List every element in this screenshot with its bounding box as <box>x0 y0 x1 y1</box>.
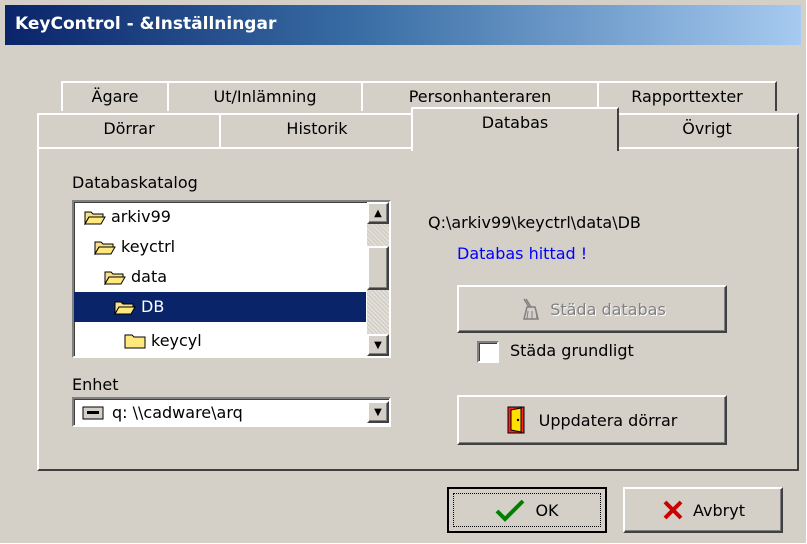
folder-open-icon <box>104 271 126 285</box>
folder-name: keyctrl <box>121 237 176 256</box>
tab-label: Övrigt <box>682 119 732 138</box>
tab-label: Dörrar <box>103 119 155 138</box>
folder-item[interactable]: data <box>104 262 167 292</box>
unit-label: Enhet <box>72 375 119 394</box>
tab-historik[interactable]: Historik <box>219 113 415 147</box>
tab-ovrigt[interactable]: Övrigt <box>615 113 799 147</box>
clean-thorough-label: Städa grundligt <box>510 341 634 360</box>
tab-rapporttexter[interactable]: Rapporttexter <box>597 81 777 111</box>
folder-item[interactable]: arkiv99 <box>84 202 171 232</box>
network-drive-icon <box>82 406 104 420</box>
tab-databas[interactable]: Databas <box>411 107 619 151</box>
tab-agare[interactable]: Ägare <box>61 81 169 111</box>
tab-ut-inlamning[interactable]: Ut/Inlämning <box>167 81 363 111</box>
arrow-down-icon: ▼ <box>374 339 382 351</box>
folder-item[interactable]: keyctrl <box>94 232 175 262</box>
database-status: Databas hittad ! <box>457 244 588 263</box>
cancel-button[interactable]: Avbryt <box>623 487 783 533</box>
clean-thorough-checkbox[interactable] <box>477 341 499 363</box>
broom-icon <box>523 298 540 320</box>
folder-name: keycyl <box>151 331 202 350</box>
scroll-thumb[interactable] <box>367 246 389 290</box>
unit-dropdown[interactable]: q: \\cadware\arq ▼ <box>72 397 391 427</box>
tab-label: Ut/Inlämning <box>213 87 317 106</box>
scroll-up-button[interactable]: ▲ <box>367 202 389 224</box>
update-doors-label: Uppdatera dörrar <box>538 410 678 430</box>
database-path: Q:\arkiv99\keyctrl\data\DB <box>428 213 641 232</box>
catalog-label: Databaskatalog <box>72 173 198 192</box>
tab-dorrar[interactable]: Dörrar <box>37 113 221 147</box>
folder-open-icon <box>94 241 116 255</box>
folder-item[interactable]: keycyl <box>124 326 202 356</box>
folder-listbox[interactable]: arkiv99 keyctrl data DB keycyl ▲ ▼ <box>72 200 391 358</box>
tab-label: Rapporttexter <box>631 87 743 106</box>
folder-item-selected[interactable]: DB <box>74 292 366 322</box>
folder-name: arkiv99 <box>111 207 171 226</box>
scroll-down-button[interactable]: ▼ <box>367 334 389 356</box>
focus-rect <box>453 493 601 527</box>
dropdown-button[interactable]: ▼ <box>367 401 389 423</box>
door-icon <box>507 406 525 434</box>
folder-scrollbar[interactable]: ▲ ▼ <box>367 202 389 356</box>
update-doors-button[interactable]: Uppdatera dörrar <box>457 395 727 445</box>
chevron-down-icon: ▼ <box>374 406 382 418</box>
folder-name: data <box>131 267 168 286</box>
unit-value: q: \\cadware\arq <box>112 403 243 422</box>
close-icon <box>663 500 683 520</box>
window-title: KeyControl - &Inställningar <box>15 14 277 34</box>
settings-dialog: KeyControl - &Inställningar Ägare Ut/Inl… <box>0 0 806 543</box>
folder-name: DB <box>141 297 165 316</box>
folder-open-icon <box>114 301 136 315</box>
clean-database-label: Städa databas <box>550 299 666 319</box>
tab-label: Databas <box>481 113 549 132</box>
folder-closed-icon <box>124 334 146 349</box>
arrow-up-icon: ▲ <box>374 207 382 219</box>
folder-open-icon <box>84 211 106 225</box>
title-bar[interactable]: KeyControl - &Inställningar <box>5 5 801 45</box>
cancel-label: Avbryt <box>693 500 745 520</box>
ok-button[interactable]: OK <box>447 487 607 533</box>
tab-label: Historik <box>286 119 348 138</box>
tab-label: Ägare <box>91 87 139 106</box>
tab-label: Personhanteraren <box>408 87 552 106</box>
clean-database-button[interactable]: Städa databas <box>457 285 727 333</box>
